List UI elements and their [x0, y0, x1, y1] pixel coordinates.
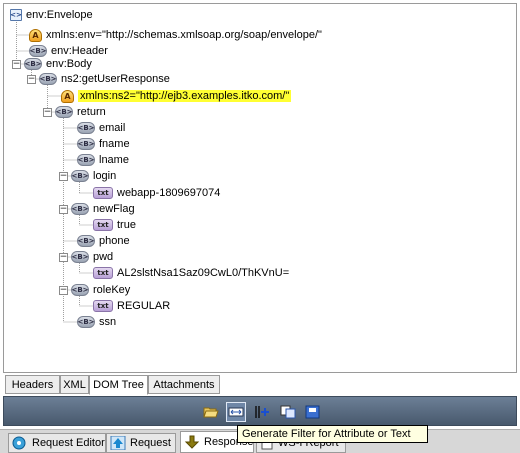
generate-filter-icon	[228, 407, 244, 417]
tab-attachments[interactable]: Attachments	[148, 375, 220, 394]
node-label: AL2slstNsa1Saz09CwL0/ThKVnU=	[117, 267, 290, 279]
element-icon: <B>	[71, 170, 89, 182]
element-icon: <B>	[77, 122, 95, 134]
node-label: newFlag	[93, 203, 135, 215]
element-icon: <B>	[24, 58, 42, 70]
tab-label: Headers	[11, 378, 54, 391]
node-label: login	[93, 170, 117, 182]
text-node-icon: txt	[93, 187, 113, 199]
attribute-icon: A	[29, 28, 42, 42]
node-label: fname	[99, 138, 130, 150]
dom-tree-panel[interactable]: <> env:Envelope A xmlns:env="http://sche…	[3, 3, 517, 373]
tree-node-attribute[interactable]: A xmlns:env="http://schemas.xmlsoap.org/…	[29, 27, 322, 43]
tab-label: XML	[63, 378, 86, 391]
tree-node-lname[interactable]: <B> lname	[77, 152, 129, 168]
tab-headers[interactable]: Headers	[5, 375, 60, 394]
tree-node-newflag[interactable]: − <B> newFlag	[59, 201, 135, 217]
node-label: roleKey	[93, 284, 131, 296]
tree-node-phone[interactable]: <B> phone	[77, 233, 130, 249]
node-label: xmlns:ns2="http://ejb3.examples.itko.com…	[78, 90, 292, 102]
tree-node-rolekey[interactable]: − <B> roleKey	[59, 282, 130, 298]
copy-icon	[280, 405, 296, 419]
tree-node-return[interactable]: − <B> return	[43, 104, 106, 120]
element-icon: <B>	[77, 138, 95, 150]
tree-node-rolekey-text[interactable]: txt REGULAR	[93, 298, 170, 314]
tree-node-newflag-text[interactable]: txt true	[93, 217, 136, 233]
collapse-icon[interactable]: −	[59, 171, 68, 181]
collapse-icon[interactable]: −	[59, 252, 68, 262]
tree-node-envelope[interactable]: <> env:Envelope	[10, 7, 93, 23]
tree-node-attribute-selected[interactable]: A xmlns:ns2="http://ejb3.examples.itko.c…	[61, 88, 292, 104]
request-editor-icon	[12, 436, 28, 450]
element-icon: <B>	[77, 235, 95, 247]
tab-label: Request Editor	[32, 437, 105, 449]
tab-xml[interactable]: XML	[60, 375, 89, 394]
add-assertion-icon	[255, 406, 269, 418]
collapse-icon[interactable]: −	[59, 204, 68, 214]
copy-button[interactable]	[278, 402, 298, 422]
tree-node-login[interactable]: − <B> login	[59, 168, 116, 184]
tab-request-editor[interactable]: Request Editor	[8, 433, 106, 453]
tooltip: Generate Filter for Attribute or Text	[237, 425, 428, 443]
tab-label: Request	[130, 437, 171, 449]
view-tab-bar: Headers XML DOM Tree Attachments	[3, 375, 517, 395]
tree-node-getuserresponse[interactable]: − <B> ns2:getUserResponse	[27, 71, 170, 87]
text-node-icon: txt	[93, 219, 113, 231]
tree-node-pwd[interactable]: − <B> pwd	[59, 249, 113, 265]
node-label: env:Envelope	[26, 9, 93, 21]
collapse-icon[interactable]: −	[27, 74, 36, 84]
up-arrow-icon	[110, 436, 126, 450]
tree-toolbar	[3, 396, 517, 426]
node-label: REGULAR	[117, 300, 171, 312]
text-node-icon: txt	[93, 267, 113, 279]
down-arrow-icon	[184, 435, 200, 449]
node-label: ns2:getUserResponse	[61, 73, 170, 85]
tree-node-login-text[interactable]: txt webapp-1809697074	[93, 185, 220, 201]
collapse-icon[interactable]: −	[59, 285, 68, 295]
element-icon: <B>	[39, 73, 57, 85]
node-label: pwd	[93, 251, 114, 263]
element-icon: <B>	[71, 284, 89, 296]
save-button[interactable]	[303, 402, 323, 422]
node-label: ssn	[99, 316, 117, 328]
add-assertion-button[interactable]	[252, 402, 272, 422]
node-label: lname	[99, 154, 129, 166]
node-label: true	[117, 219, 136, 231]
attribute-icon: A	[61, 89, 74, 103]
tree-node-pwd-text[interactable]: txt AL2slstNsa1Saz09CwL0/ThKVnU=	[93, 265, 289, 281]
collapse-icon[interactable]: −	[12, 59, 21, 69]
tab-label: Attachments	[153, 378, 215, 391]
node-label: env:Body	[46, 58, 92, 70]
element-icon: <B>	[71, 203, 89, 215]
element-icon: <B>	[55, 106, 73, 118]
element-icon: <B>	[77, 316, 95, 328]
open-folder-icon	[203, 407, 219, 418]
tab-label: DOM Tree	[93, 379, 144, 391]
open-folder-button[interactable]	[201, 402, 221, 422]
element-icon: <B>	[71, 251, 89, 263]
node-label: phone	[99, 235, 130, 247]
node-label: return	[77, 106, 106, 118]
node-label: email	[99, 122, 126, 134]
generate-filter-button[interactable]	[226, 402, 246, 422]
tab-dom-tree[interactable]: DOM Tree	[89, 375, 148, 395]
tree-node-ssn[interactable]: <B> ssn	[77, 314, 116, 330]
text-node-icon: txt	[93, 300, 113, 312]
xml-document-icon: <>	[10, 9, 22, 21]
save-icon	[305, 405, 320, 419]
tooltip-text: Generate Filter for Attribute or Text	[242, 428, 411, 440]
tree-node-fname[interactable]: <B> fname	[77, 136, 130, 152]
node-label: xmlns:env="http://schemas.xmlsoap.org/so…	[46, 29, 322, 41]
node-label: webapp-1809697074	[117, 187, 221, 199]
tree-node-email[interactable]: <B> email	[77, 120, 125, 136]
tree-node-body[interactable]: − <B> env:Body	[12, 56, 92, 72]
collapse-icon[interactable]: −	[43, 107, 52, 117]
tab-request[interactable]: Request	[106, 433, 176, 453]
element-icon: <B>	[77, 154, 95, 166]
